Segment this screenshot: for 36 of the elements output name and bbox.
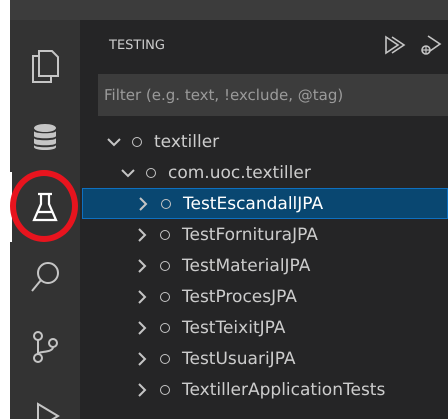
- branch-icon[interactable]: [32, 331, 58, 363]
- search-icon[interactable]: [30, 261, 60, 293]
- tree-item-label: TestProcesJPA: [182, 286, 297, 306]
- run-all-icon[interactable]: [384, 35, 406, 55]
- tree-item-label: TestUsuariJPA: [182, 348, 296, 368]
- debug-run-icon[interactable]: [420, 34, 442, 56]
- tree-item[interactable]: TestUsuariJPA: [82, 343, 448, 374]
- tree-item[interactable]: com.uoc.textiller: [82, 157, 448, 188]
- filter-field[interactable]: Filter (e.g. text, !exclude, @tag): [98, 74, 448, 116]
- tree-item-label: TestMaterialJPA: [182, 256, 310, 276]
- tree-item-label: textiller: [154, 132, 220, 152]
- database-icon[interactable]: [33, 123, 57, 151]
- status-circle-icon: [160, 260, 170, 270]
- status-circle-icon: [161, 198, 171, 208]
- status-circle-icon: [160, 322, 170, 332]
- tree-item-label: TestEscandallJPA: [183, 194, 324, 214]
- status-circle-icon: [160, 230, 170, 240]
- status-circle-icon: [146, 168, 156, 178]
- files-icon[interactable]: [31, 50, 59, 84]
- tree-item[interactable]: textiller: [82, 126, 448, 157]
- tree-item-label: TestFornituraJPA: [182, 224, 318, 244]
- tree-item[interactable]: TestEscandallJPA: [82, 188, 448, 219]
- flask-icon[interactable]: [32, 192, 58, 222]
- status-circle-icon: [160, 384, 170, 394]
- tree-item-label: com.uoc.textiller: [168, 162, 311, 182]
- tree-item[interactable]: TestMaterialJPA: [82, 250, 448, 281]
- status-circle-icon: [132, 136, 142, 146]
- tree-item[interactable]: TestProcesJPA: [82, 281, 448, 312]
- tree-item[interactable]: TestFornituraJPA: [82, 219, 448, 250]
- tree-item-label: TestTeixitJPA: [182, 318, 286, 338]
- tree-item[interactable]: TextillerApplicationTests: [82, 374, 448, 405]
- tree-item[interactable]: TestTeixitJPA: [82, 312, 448, 343]
- status-circle-icon: [160, 354, 170, 364]
- tree-item-label: TextillerApplicationTests: [182, 380, 386, 400]
- status-circle-icon: [160, 292, 170, 302]
- panel-title: TESTING: [109, 38, 166, 52]
